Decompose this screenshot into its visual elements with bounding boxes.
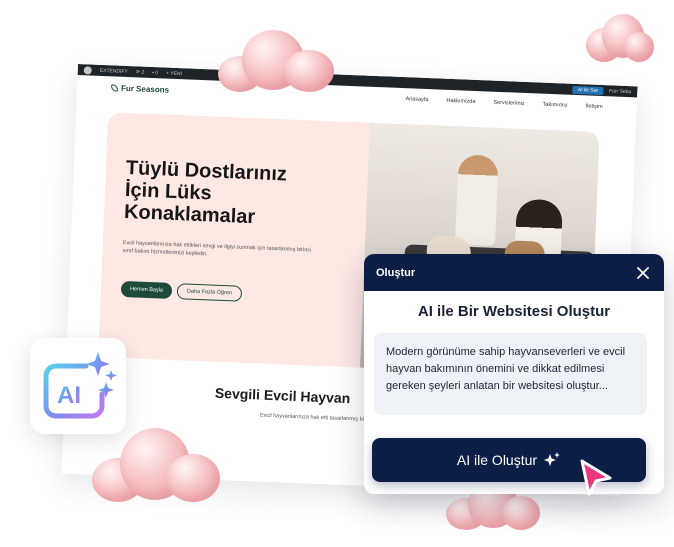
sparkle-icon (544, 452, 561, 466)
person-shape (455, 154, 499, 246)
menu-item-team[interactable]: Takımımız (542, 102, 567, 109)
admin-user-link[interactable]: Fürr Seba (609, 88, 631, 95)
close-icon[interactable] (634, 264, 652, 282)
ai-create-dialog: Oluştur AI ile Bir Websitesi Oluştur Mod… (364, 254, 664, 494)
section-title: Sevgili Evcil Hayvan (214, 384, 351, 407)
wordpress-icon[interactable] (83, 65, 92, 75)
comments-icon[interactable]: ▪ 0 (152, 69, 158, 75)
dialog-title: AI ile Bir Websitesi Oluştur (417, 303, 611, 320)
menu-item-services[interactable]: Servislerimiz (493, 100, 524, 107)
updates-icon[interactable]: ⟳ 2 (136, 69, 145, 75)
cursor-pointer-icon (580, 459, 612, 496)
menu-item-contact[interactable]: İletişim (585, 103, 602, 110)
comment-count: 0 (155, 69, 159, 76)
hero-title: Tüylü Dostlarınız İçin Lüks Konaklamalar (123, 157, 288, 229)
get-started-button[interactable]: Hemen Başla (120, 280, 173, 299)
site-menu: Anasayfa Hakkımızda Servislerimiz Takımı… (405, 96, 602, 110)
generate-button-label: AI ile Oluştur (456, 452, 538, 468)
illustration-stage: EXTENDIFY ⟳ 2 ▪ 0 + YENİ AI ile Sor Fürr… (0, 0, 674, 547)
cloud-bottom-left (92, 428, 220, 504)
menu-item-about[interactable]: Hakkımızda (446, 98, 475, 105)
cloud-top-right (586, 14, 656, 64)
dialog-header-title: Oluştur (376, 266, 416, 279)
ai-badge: AI (30, 338, 126, 434)
admin-ai-button[interactable]: AI ile Sor (572, 85, 604, 95)
menu-item-home[interactable]: Anasayfa (405, 96, 428, 103)
hero-description: Evcil hayvanlarınıza hak ettikleri sevgi… (122, 239, 312, 258)
admin-site-name[interactable]: EXTENDIFY (100, 67, 128, 74)
brand-name: Fur Seasons (120, 83, 170, 95)
dialog-header: Oluştur (364, 254, 664, 291)
learn-more-button[interactable]: Daha Fazla Öğren (176, 283, 243, 302)
update-count: 2 (141, 69, 145, 76)
leaf-icon (110, 83, 119, 92)
ai-badge-label: AI (57, 382, 81, 409)
prompt-textarea[interactable]: Modern görünüme sahip hayvanseverleri ve… (374, 333, 647, 415)
ai-sparkle-icon: AI (43, 352, 117, 419)
site-brand[interactable]: Fur Seasons (110, 83, 170, 95)
cloud-top-center (218, 30, 334, 92)
new-item-link[interactable]: + YENİ (166, 70, 182, 77)
